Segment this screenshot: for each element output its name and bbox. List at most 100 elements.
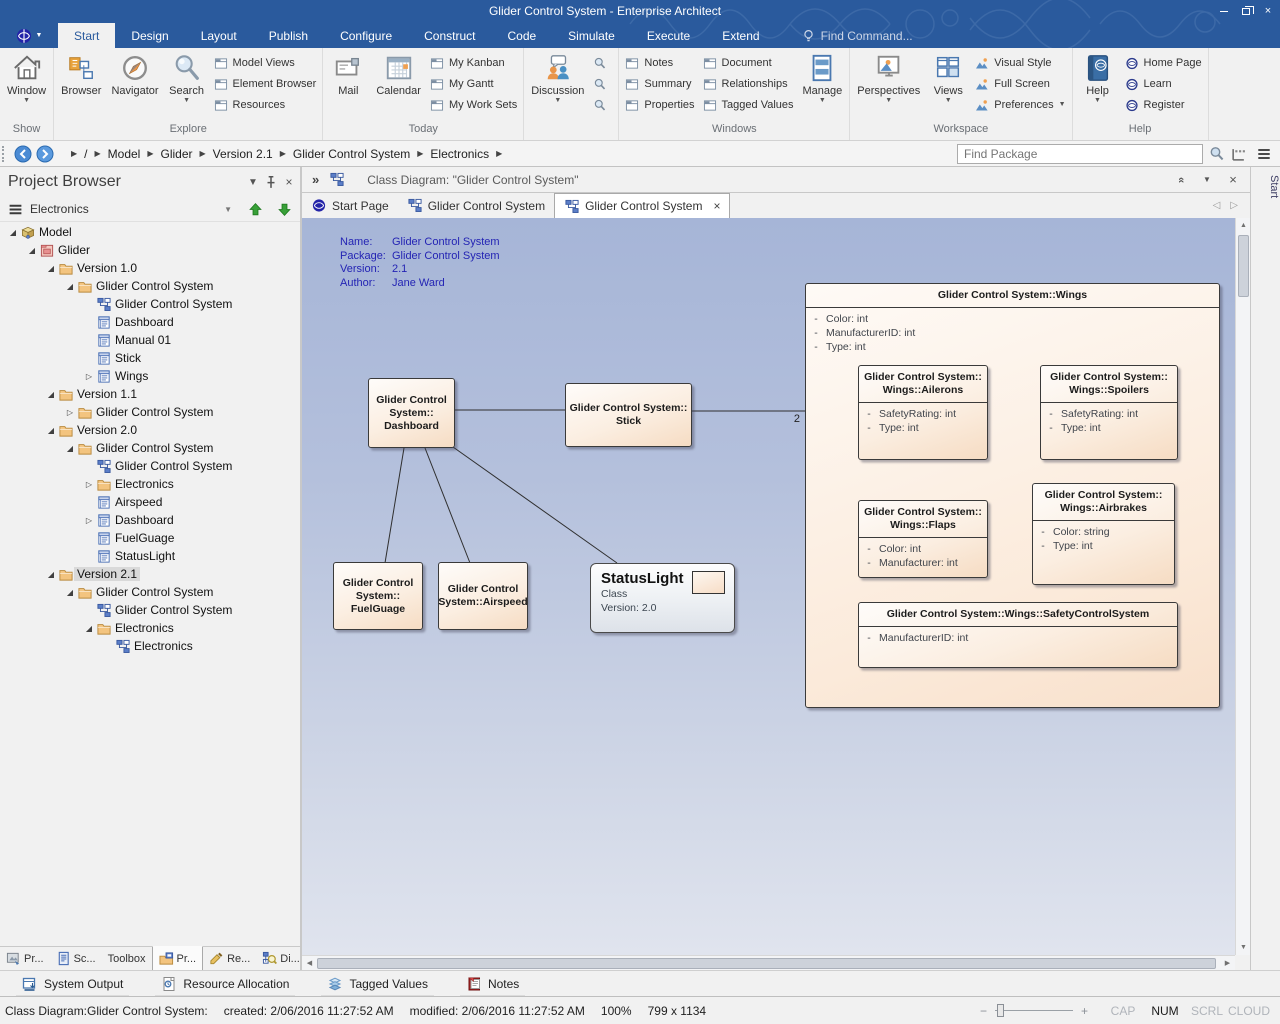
left-tab-pr[interactable]: Pr...	[152, 946, 204, 970]
class-dashboard[interactable]: Glider ControlSystem::Dashboard	[368, 378, 455, 448]
zoom-in-button[interactable]: +	[1081, 1004, 1088, 1018]
dock-tab-notes[interactable]: Notes	[464, 973, 521, 995]
tree-collapse-icon[interactable]: ◢	[6, 228, 20, 237]
tree-item[interactable]: ◢Glider Control System	[0, 439, 300, 457]
ribbon-item-my-gantt[interactable]: My Gantt	[430, 75, 517, 93]
tree-item[interactable]: Glider Control System	[0, 601, 300, 619]
scroll-up-icon[interactable]: ▲	[1236, 218, 1251, 233]
ribbon-tab-construct[interactable]: Construct	[408, 23, 491, 48]
tree-item[interactable]: ◢Model	[0, 223, 300, 241]
ribbon-item-model-views[interactable]: Model Views	[214, 54, 317, 72]
tree-item[interactable]: ▷Dashboard	[0, 511, 300, 529]
ribbon-item-register[interactable]: Register	[1125, 96, 1202, 114]
dock-tab-resource-allocation[interactable]: Resource Allocation	[159, 973, 291, 995]
class-safetycontrolsystem[interactable]: Glider Control System::Wings::SafetyCont…	[858, 602, 1178, 668]
window-menu-icon[interactable]: ▼	[1194, 175, 1220, 184]
document-tab[interactable]: Glider Control System	[398, 193, 554, 218]
ribbon-button-perspectives[interactable]: Perspectives▼	[852, 50, 925, 122]
ribbon-button-views[interactable]: Views▼	[925, 50, 971, 122]
tree-collapse-icon[interactable]: ◢	[63, 282, 77, 291]
diagram-canvas[interactable]: Name:Glider Control SystemPackage:Glider…	[302, 218, 1235, 955]
left-tab-sc[interactable]: Sc...	[50, 947, 102, 970]
breadcrumb-item[interactable]: Glider	[161, 147, 193, 161]
app-menu-button[interactable]: ▼	[0, 23, 58, 48]
side-tab-start[interactable]: Start	[1251, 175, 1280, 198]
close-diagram-icon[interactable]: ×	[1220, 172, 1246, 187]
ribbon-tab-layout[interactable]: Layout	[185, 23, 253, 48]
minimize-button[interactable]	[1214, 2, 1234, 20]
tree-collapse-icon[interactable]: ◢	[44, 390, 58, 399]
ribbon-item-search[interactable]	[593, 75, 612, 93]
ribbon-tab-design[interactable]: Design	[115, 23, 184, 48]
close-tab-icon[interactable]: ×	[713, 199, 720, 213]
pin-icon[interactable]	[264, 175, 278, 189]
ribbon-item-full-screen[interactable]: Full Screen	[975, 75, 1065, 93]
tree-collapse-icon[interactable]: ◢	[44, 570, 58, 579]
back-button[interactable]	[14, 145, 32, 163]
tree-collapse-icon[interactable]: ◢	[25, 246, 39, 255]
scroll-right-icon[interactable]: ▶	[1220, 956, 1235, 971]
ribbon-button-manage[interactable]: Manage▼	[798, 50, 848, 122]
class-spoilers[interactable]: Glider Control System::Wings::Spoilers-S…	[1040, 365, 1178, 460]
ribbon-item-search[interactable]	[593, 54, 612, 72]
ribbon-tab-start[interactable]: Start	[58, 23, 115, 48]
hamburger-menu-icon[interactable]	[1256, 146, 1272, 162]
ribbon-item-notes[interactable]: Notes	[625, 54, 694, 72]
restore-button[interactable]	[1236, 2, 1256, 20]
tree-item[interactable]: Glider Control System	[0, 457, 300, 475]
search-icon[interactable]	[1209, 146, 1225, 162]
tree-collapse-icon[interactable]: ◢	[44, 426, 58, 435]
left-tab-di[interactable]: Di...	[256, 947, 306, 970]
class-fuelguage[interactable]: Glider ControlSystem::FuelGuage	[333, 562, 423, 630]
tree-item[interactable]: ◢Electronics	[0, 619, 300, 637]
tree-item[interactable]: ◢Glider	[0, 241, 300, 259]
tree-item[interactable]: FuelGuage	[0, 529, 300, 547]
zoom-slider-thumb[interactable]	[997, 1004, 1004, 1017]
find-package-input[interactable]	[957, 144, 1203, 164]
ribbon-button-mail[interactable]: Mail	[325, 50, 371, 122]
forward-button[interactable]	[36, 145, 54, 163]
ribbon-item-my-work-sets[interactable]: My Work Sets	[430, 96, 517, 114]
tree-collapse-icon[interactable]: ◢	[82, 624, 96, 633]
ribbon-item-learn[interactable]: Learn	[1125, 75, 1202, 93]
tree-item[interactable]: Stick	[0, 349, 300, 367]
chevron-down-icon[interactable]: ▼	[224, 205, 232, 214]
left-tab-toolbox[interactable]: Toolbox	[102, 947, 152, 970]
ribbon-item-search[interactable]	[593, 96, 612, 114]
tree-item[interactable]: ▷Glider Control System	[0, 403, 300, 421]
breadcrumb-item[interactable]: Electronics	[430, 147, 489, 161]
tree-item[interactable]: Electronics	[0, 637, 300, 655]
dock-tab-tagged-values[interactable]: Tagged Values	[325, 973, 430, 995]
ribbon-button-help[interactable]: Help▼	[1075, 50, 1121, 122]
ribbon-item-tagged-values[interactable]: Tagged Values	[703, 96, 794, 114]
ribbon-item-visual-style[interactable]: Visual Style	[975, 54, 1065, 72]
panel-menu-icon[interactable]: ▼	[242, 177, 264, 188]
ribbon-item-preferences[interactable]: Preferences▼	[975, 96, 1065, 114]
tree-expand-icon[interactable]: ▷	[82, 372, 96, 381]
class-ailerons[interactable]: Glider Control System::Wings::Ailerons-S…	[858, 365, 988, 460]
tree-expand-icon[interactable]: ▷	[82, 516, 96, 525]
class-airbrakes[interactable]: Glider Control System::Wings::Airbrakes-…	[1032, 483, 1175, 585]
tree-item[interactable]: Airspeed	[0, 493, 300, 511]
tree-item[interactable]: ◢Version 2.1	[0, 565, 300, 583]
ribbon-button-browser[interactable]: Browser	[56, 50, 106, 122]
class-flaps[interactable]: Glider Control System::Wings::Flaps-Colo…	[858, 500, 988, 578]
tree-item[interactable]: ▷Wings	[0, 367, 300, 385]
ribbon-tab-simulate[interactable]: Simulate	[552, 23, 631, 48]
tab-scroll-right-icon[interactable]: ▷	[1230, 200, 1238, 211]
ribbon-button-calendar[interactable]: Calendar	[371, 50, 426, 122]
move-down-icon[interactable]	[277, 202, 292, 217]
breadcrumb-item[interactable]: Model	[108, 147, 141, 161]
document-tab[interactable]: Glider Control System×	[554, 193, 730, 218]
ribbon-tab-code[interactable]: Code	[491, 23, 552, 48]
tree-item[interactable]: ▷Electronics	[0, 475, 300, 493]
report-view-icon[interactable]	[1231, 147, 1246, 162]
ribbon-item-relationships[interactable]: Relationships	[703, 75, 794, 93]
close-panel-icon[interactable]: ×	[278, 175, 300, 189]
find-command[interactable]: Find Command...	[802, 23, 913, 48]
tree-collapse-icon[interactable]: ◢	[63, 588, 77, 597]
tree-item[interactable]: Dashboard	[0, 313, 300, 331]
ribbon-tab-publish[interactable]: Publish	[253, 23, 324, 48]
scroll-down-icon[interactable]: ▼	[1236, 940, 1251, 955]
breadcrumb-item[interactable]: Version 2.1	[213, 147, 273, 161]
